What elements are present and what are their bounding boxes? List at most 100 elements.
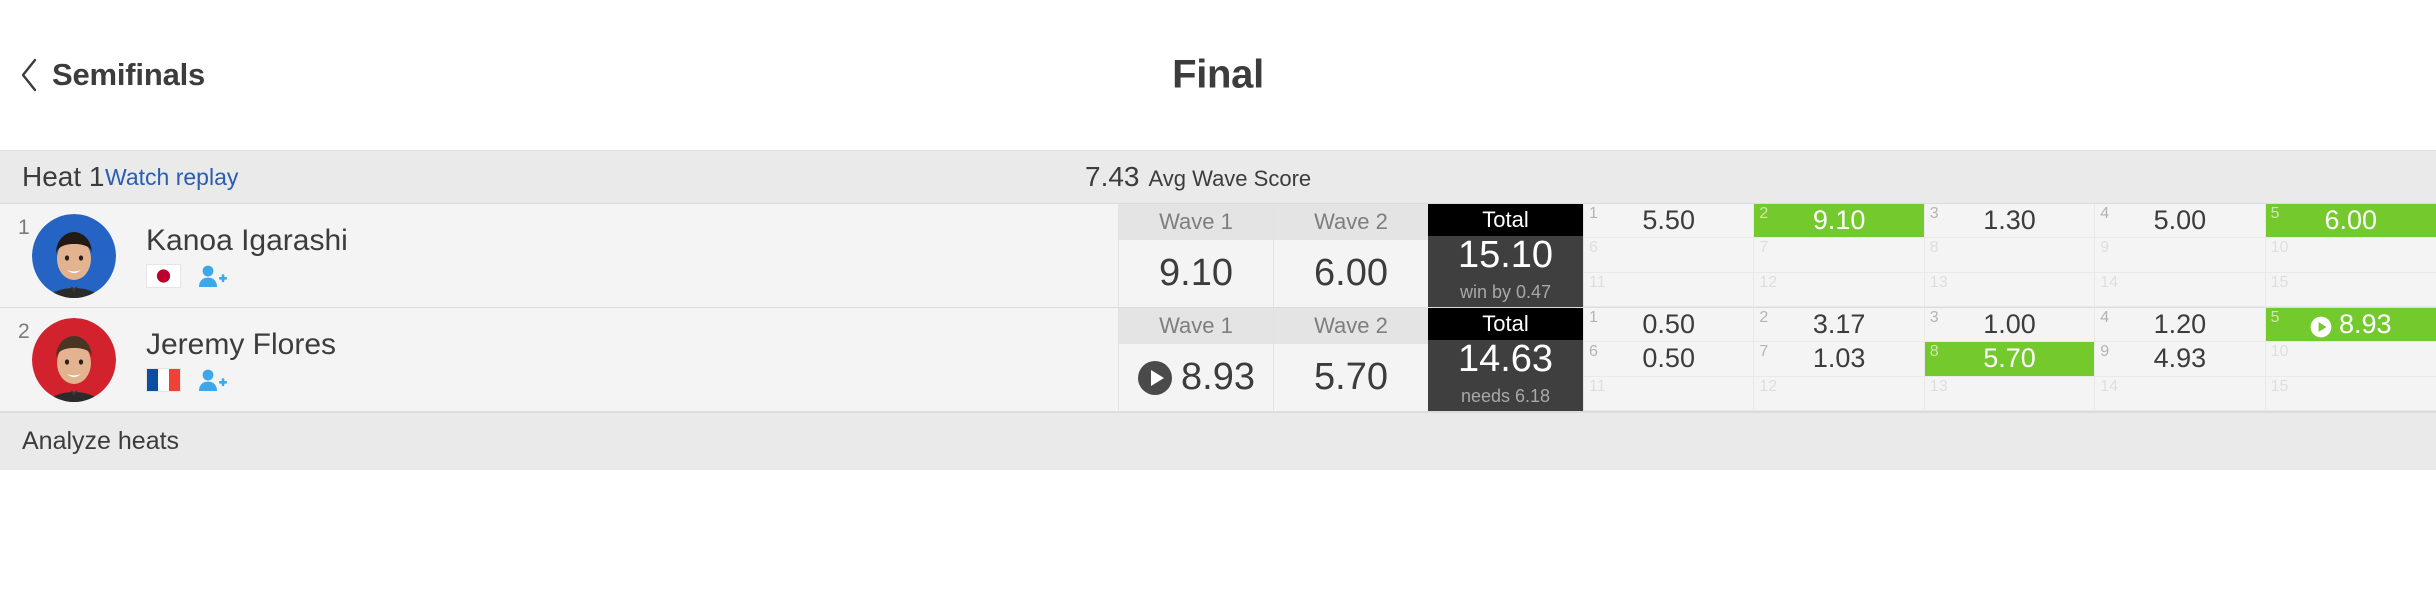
wave-score-columns: Wave 1 9.10 Wave 2 6.00 — [1118, 204, 1428, 307]
wave-score: 1.03 — [1812, 343, 1866, 374]
surfer-name-block: Jeremy Flores — [146, 328, 336, 392]
wave-2-score: 6.00 — [1314, 252, 1388, 294]
wave-cell[interactable]: 9 4.93 — [2095, 342, 2266, 377]
wave-1-cell[interactable]: 8.93 — [1119, 344, 1273, 411]
watch-replay-link[interactable]: Watch replay — [105, 164, 238, 191]
wave-score: 8.93 — [2339, 309, 2392, 340]
wave-number: 15 — [2270, 377, 2289, 395]
wave-2-cell[interactable]: 6.00 — [1274, 240, 1428, 307]
wave-number: 5 — [2270, 205, 2280, 222]
wave-cell[interactable]: 3 1.30 — [1924, 204, 2096, 239]
wave-score: 1.00 — [1983, 309, 2036, 340]
wave-cell[interactable]: 5 6.00 — [2265, 204, 2436, 239]
wave-2-column: Wave 2 5.70 — [1273, 308, 1428, 411]
total-score: 15.10 — [1457, 234, 1554, 276]
wave-number: 2 — [1759, 205, 1769, 222]
wave-cell: 10 — [2265, 238, 2436, 273]
wave-2-column: Wave 2 6.00 — [1273, 204, 1428, 307]
avg-wave-score: 7.43 Avg Wave Score — [1085, 161, 1311, 193]
wave-cell: 13 — [1924, 376, 2096, 411]
wave-number: 9 — [2100, 343, 2110, 361]
total-header: Total — [1428, 204, 1583, 236]
wave-number: 8 — [1929, 239, 1939, 257]
wave-number: 11 — [1589, 273, 1606, 291]
wave-cell: 14 — [2095, 376, 2266, 411]
wave-score: 4.93 — [2153, 343, 2207, 374]
footer-bar: Analyze heats — [0, 412, 2436, 470]
add-person-icon[interactable] — [197, 368, 227, 392]
wave-number: 13 — [1929, 273, 1948, 291]
total-header: Total — [1428, 308, 1583, 340]
wave-number: 9 — [2100, 239, 2110, 257]
wave-cell[interactable]: 1 0.50 — [1584, 308, 1755, 343]
wave-1-column: Wave 1 8.93 — [1118, 308, 1273, 411]
flag-france-icon — [146, 367, 181, 392]
wave-cell[interactable]: 4 5.00 — [2095, 204, 2266, 239]
wave-number: 15 — [2270, 273, 2289, 291]
surfer-name[interactable]: Jeremy Flores — [146, 328, 336, 362]
wave-number: 10 — [2270, 239, 2289, 257]
wave-cell[interactable]: 7 1.03 — [1754, 342, 1925, 377]
wave-score: 1.20 — [2153, 309, 2207, 340]
wave-number: 14 — [2100, 273, 2118, 291]
wave-1-header: Wave 1 — [1119, 204, 1273, 240]
avg-wave-score-label: Avg Wave Score — [1148, 166, 1312, 191]
wave-cell[interactable]: 8 5.70 — [1924, 342, 2096, 377]
wave-cell: 12 — [1754, 272, 1925, 307]
wave-cell[interactable]: 3 1.00 — [1924, 308, 2096, 343]
wave-cell[interactable]: 5 8.93 — [2265, 308, 2436, 343]
add-person-icon[interactable] — [197, 264, 227, 288]
wave-score: 3.17 — [1812, 309, 1866, 340]
wave-score: 1.30 — [1983, 205, 2036, 236]
wave-cell: 9 — [2095, 238, 2266, 273]
wave-number: 6 — [1589, 239, 1598, 257]
play-icon[interactable] — [1137, 360, 1173, 396]
play-icon[interactable] — [2310, 314, 2332, 338]
wave-number: 6 — [1589, 343, 1598, 361]
surfer-rank: 1 — [18, 216, 30, 239]
surfer-name[interactable]: Kanoa Igarashi — [146, 224, 348, 258]
avg-wave-score-value: 7.43 — [1085, 161, 1140, 192]
wave-number: 4 — [2100, 309, 2110, 326]
table-row[interactable]: 1 Kanoa Igarashi Wave 1 9.10 Wave 2 6.00 Total… — [0, 204, 2436, 308]
wave-cell: 8 — [1924, 238, 2096, 273]
table-row[interactable]: 2 Jeremy Flores Wave 1 8.93 Wave 2 5.70 Total 1… — [0, 308, 2436, 412]
wave-number: 10 — [2270, 343, 2289, 361]
wave-cell: 7 — [1754, 238, 1925, 273]
wave-1-header: Wave 1 — [1119, 308, 1273, 344]
wave-number: 7 — [1759, 343, 1769, 361]
surfer-meta — [146, 263, 348, 288]
heat-summary-bar: Heat 1 Watch replay 7.43 Avg Wave Score — [0, 151, 2436, 204]
total-note: win by 0.47 — [1459, 282, 1552, 302]
wave-number: 5 — [2270, 309, 2280, 326]
wave-cell[interactable]: 2 3.17 — [1754, 308, 1925, 343]
avatar[interactable] — [32, 317, 116, 402]
surfer-meta — [146, 367, 336, 392]
analyze-heats-button[interactable]: Analyze heats — [22, 427, 179, 456]
wave-cell: 14 — [2095, 272, 2266, 307]
surfer-identity: 2 Jeremy Flores — [0, 308, 1118, 411]
wave-cell: 6 — [1584, 238, 1755, 273]
wave-number: 7 — [1759, 239, 1769, 257]
wave-2-score: 5.70 — [1314, 356, 1388, 398]
wave-1-score: 9.10 — [1159, 252, 1233, 294]
wave-2-cell[interactable]: 5.70 — [1274, 344, 1428, 411]
surfer-identity: 1 Kanoa Igarashi — [0, 204, 1118, 307]
wave-cell: 10 — [2265, 342, 2436, 377]
avatar[interactable] — [32, 213, 116, 298]
total-cell: 15.10 win by 0.47 — [1428, 236, 1583, 307]
wave-cell[interactable]: 1 5.50 — [1584, 204, 1755, 239]
total-note: needs 6.18 — [1460, 386, 1551, 406]
wave-cell[interactable]: 6 0.50 — [1584, 342, 1755, 377]
wave-number: 8 — [1929, 343, 1939, 361]
wave-1-score: 8.93 — [1181, 356, 1255, 398]
wave-1-cell[interactable]: 9.10 — [1119, 240, 1273, 307]
wave-cell: 15 — [2265, 376, 2436, 411]
flag-japan-icon — [146, 263, 181, 288]
wave-cell[interactable]: 4 1.20 — [2095, 308, 2266, 343]
wave-cell[interactable]: 2 9.10 — [1754, 204, 1925, 239]
wave-cell: 11 — [1584, 272, 1755, 307]
wave-2-header: Wave 2 — [1274, 204, 1428, 240]
wave-score: 5.50 — [1642, 205, 1695, 236]
all-waves-grid: 1 0.50 2 3.17 3 1.00 4 1.20 5 8.93 6 0.50 7 1.03 8 5.70… — [1583, 308, 2436, 411]
